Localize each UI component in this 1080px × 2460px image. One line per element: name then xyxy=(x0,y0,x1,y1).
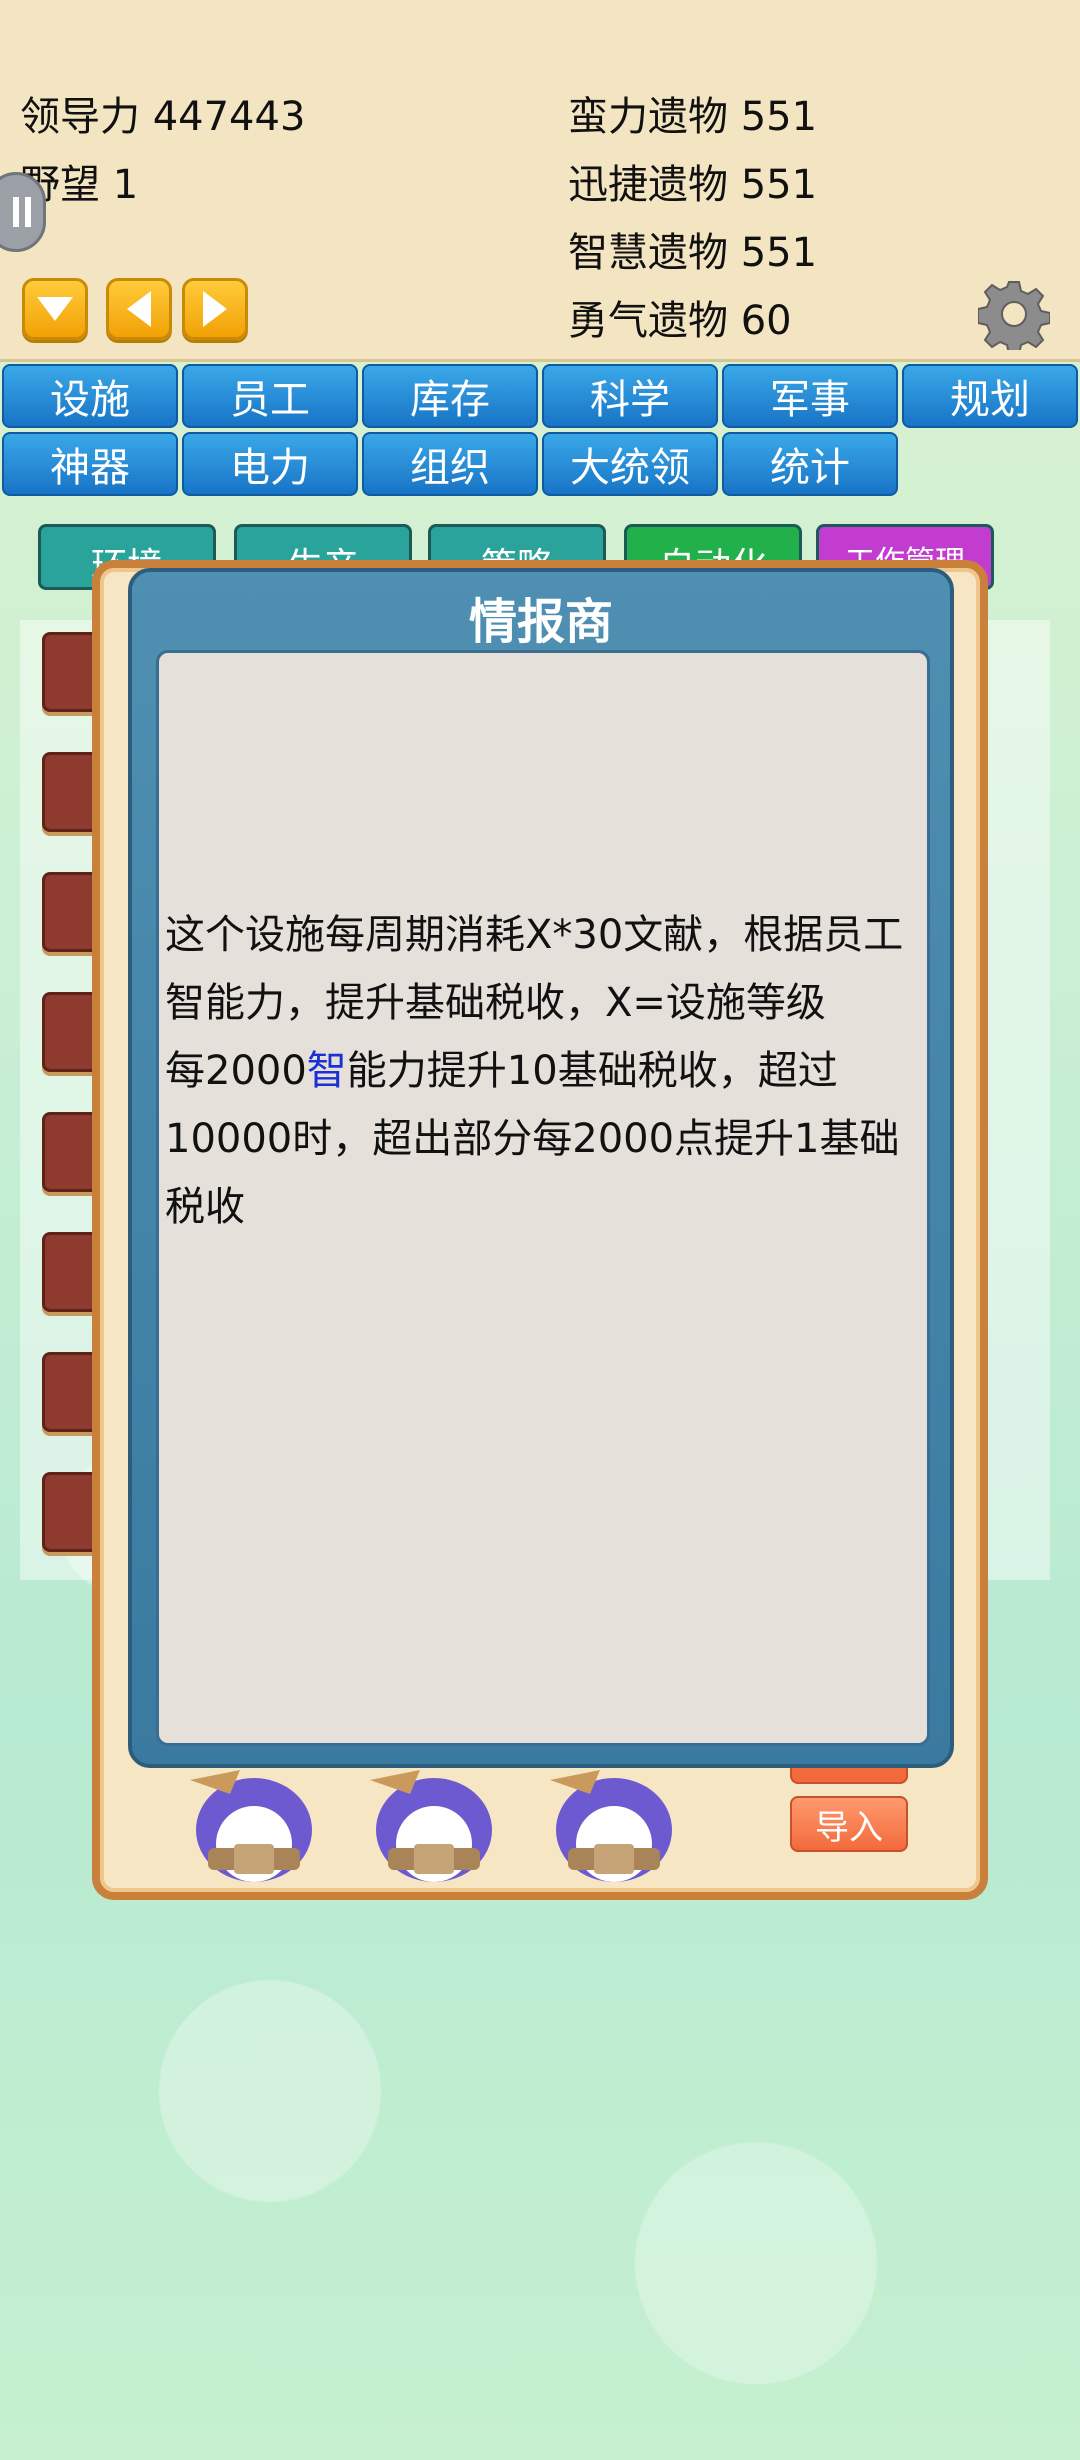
tab-power[interactable]: 电力 xyxy=(182,432,358,496)
tab-science[interactable]: 科学 xyxy=(542,364,718,428)
down-arrow-button[interactable] xyxy=(22,278,88,340)
tab-artifact[interactable]: 神器 xyxy=(2,432,178,496)
tab-statistics[interactable]: 统计 xyxy=(722,432,898,496)
relic-wisdom-stat: 智慧遗物 551 xyxy=(568,230,818,276)
penguin-character xyxy=(550,1770,672,1882)
tab-staff[interactable]: 员工 xyxy=(182,364,358,428)
dialog-description: 这个设施每周期消耗X*30文献，根据员工智能力，提升基础税收，X=设施等级 每2… xyxy=(165,901,925,1241)
description-line-2: 每2000智能力提升10基础税收，超过10000时，超出部分每2000点提升1基… xyxy=(165,1037,925,1241)
leadership-stat: 领导力 447443 xyxy=(20,94,306,140)
dialog-title: 情报商 xyxy=(468,594,613,650)
right-arrow-button[interactable] xyxy=(182,278,248,340)
left-arrow-button[interactable] xyxy=(106,278,172,340)
dialog-body: 这个设施每周期消耗X*30文献，根据员工智能力，提升基础税收，X=设施等级 每2… xyxy=(156,650,930,1746)
tab-facilities[interactable]: 设施 xyxy=(2,364,178,428)
right-arrow-icon xyxy=(203,291,227,327)
intelligence-highlight: 智 xyxy=(306,1048,347,1094)
pause-icon[interactable] xyxy=(0,172,46,252)
left-arrow-icon xyxy=(127,291,151,327)
relic-agility-stat: 迅捷遗物 551 xyxy=(568,162,818,208)
description-prefix: 每2000 xyxy=(165,1048,307,1094)
tab-organization[interactable]: 组织 xyxy=(362,432,538,496)
gear-icon[interactable] xyxy=(978,278,1050,350)
relic-courage-stat: 勇气遗物 60 xyxy=(568,298,792,344)
tab-military[interactable]: 军事 xyxy=(722,364,898,428)
down-arrow-icon xyxy=(37,297,73,321)
tab-planning[interactable]: 规划 xyxy=(902,364,1078,428)
tab-inventory[interactable]: 库存 xyxy=(362,364,538,428)
penguin-character xyxy=(370,1770,492,1882)
relic-strength-stat: 蛮力遗物 551 xyxy=(568,94,818,140)
import-button[interactable]: 导入 xyxy=(790,1796,908,1852)
tab-president[interactable]: 大统领 xyxy=(542,432,718,496)
status-panel: 领导力 447443 野望 1 蛮力遗物 551 迅捷遗物 551 智慧遗物 5… xyxy=(0,0,1080,362)
description-line-1: 这个设施每周期消耗X*30文献，根据员工智能力，提升基础税收，X=设施等级 xyxy=(165,912,904,1026)
info-dialog: 情报商 这个设施每周期消耗X*30文献，根据员工智能力，提升基础税收，X=设施等… xyxy=(128,568,954,1768)
penguin-character xyxy=(190,1770,312,1882)
